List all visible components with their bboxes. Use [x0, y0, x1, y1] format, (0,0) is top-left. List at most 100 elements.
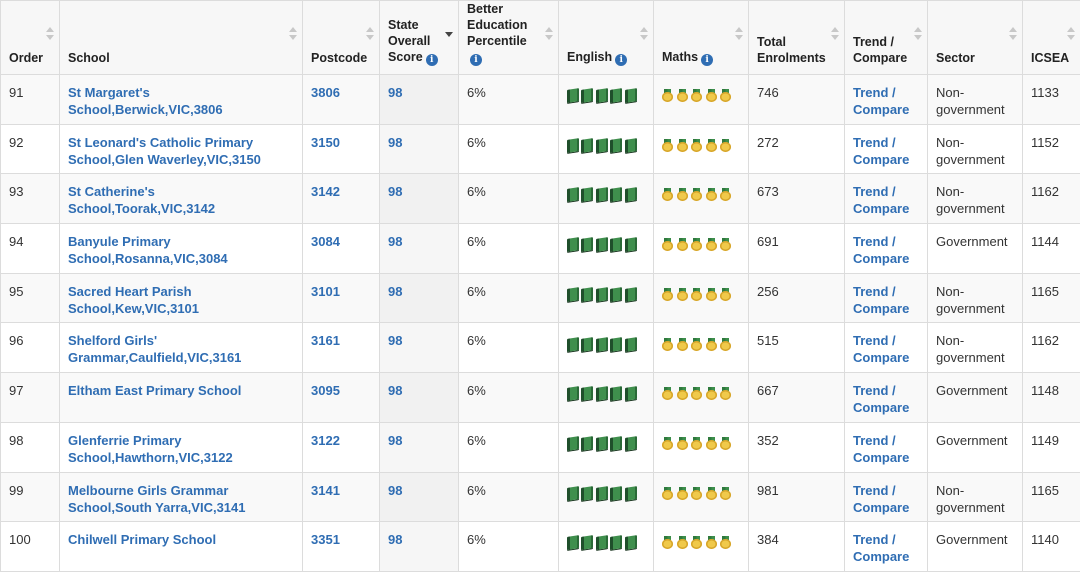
info-icon[interactable]: i — [701, 54, 713, 66]
school-link[interactable]: Melbourne Girls Grammar School,South Yar… — [68, 483, 246, 515]
book-icon — [596, 188, 608, 203]
english-cell — [559, 522, 654, 572]
school-cell: Eltham East Primary School — [60, 373, 303, 423]
sector-cell: Government — [928, 522, 1023, 572]
medal-icon — [691, 437, 702, 450]
postcode-link[interactable]: 3351 — [311, 532, 340, 547]
postcode-link[interactable]: 3142 — [311, 184, 340, 199]
school-link[interactable]: Banyule Primary School,Rosanna,VIC,3084 — [68, 234, 228, 266]
info-icon[interactable]: i — [615, 54, 627, 66]
english-rating — [567, 432, 645, 451]
postcode-link[interactable]: 3084 — [311, 234, 340, 249]
medal-icon — [691, 89, 702, 102]
trend-cell: Trend / Compare — [845, 224, 928, 274]
percentile-cell: 6% — [459, 422, 559, 472]
school-cell: Shelford Girls' Grammar,Caulfield,VIC,31… — [60, 323, 303, 373]
postcode-link[interactable]: 3141 — [311, 483, 340, 498]
book-icon — [581, 486, 593, 501]
medal-icon — [720, 387, 731, 400]
maths-cell — [654, 373, 749, 423]
english-rating — [567, 233, 645, 252]
header-percentile[interactable]: Better Education Percentilei — [459, 1, 559, 75]
score-link[interactable]: 98 — [388, 433, 402, 448]
medal-icon — [662, 437, 673, 450]
school-link[interactable]: Shelford Girls' Grammar,Caulfield,VIC,31… — [68, 333, 241, 365]
header-postcode[interactable]: Postcode — [303, 1, 380, 75]
trend-compare-link[interactable]: Trend / Compare — [853, 483, 909, 515]
maths-rating — [662, 134, 740, 153]
english-rating — [567, 134, 645, 153]
score-link[interactable]: 98 — [388, 284, 402, 299]
postcode-cell: 3150 — [303, 124, 380, 174]
score-cell: 98 — [380, 472, 459, 522]
score-link[interactable]: 98 — [388, 85, 402, 100]
trend-compare-link[interactable]: Trend / Compare — [853, 135, 909, 167]
school-cell: Banyule Primary School,Rosanna,VIC,3084 — [60, 224, 303, 274]
postcode-link[interactable]: 3122 — [311, 433, 340, 448]
header-school[interactable]: School — [60, 1, 303, 75]
header-total-enrolments[interactable]: Total Enrolments — [749, 1, 845, 75]
school-link[interactable]: Chilwell Primary School — [68, 532, 216, 547]
medal-icon — [677, 387, 688, 400]
sort-icon — [545, 27, 553, 41]
trend-compare-link[interactable]: Trend / Compare — [853, 532, 909, 564]
enrolments-cell: 384 — [749, 522, 845, 572]
english-rating — [567, 183, 645, 202]
postcode-link[interactable]: 3150 — [311, 135, 340, 150]
postcode-link[interactable]: 3161 — [311, 333, 340, 348]
school-link[interactable]: St Leonard's Catholic Primary School,Gle… — [68, 135, 261, 167]
postcode-link[interactable]: 3101 — [311, 284, 340, 299]
postcode-link[interactable]: 3095 — [311, 383, 340, 398]
info-icon[interactable]: i — [426, 54, 438, 66]
icsea-cell: 1165 — [1023, 273, 1080, 323]
trend-compare-link[interactable]: Trend / Compare — [853, 433, 909, 465]
order-cell: 94 — [1, 224, 60, 274]
medal-icon — [706, 89, 717, 102]
english-cell — [559, 373, 654, 423]
medal-icon — [720, 89, 731, 102]
medal-icon — [677, 288, 688, 301]
header-maths[interactable]: Mathsi — [654, 1, 749, 75]
school-link[interactable]: St Catherine's School,Toorak,VIC,3142 — [68, 184, 215, 216]
postcode-cell: 3161 — [303, 323, 380, 373]
sector-cell: Non-government — [928, 472, 1023, 522]
score-link[interactable]: 98 — [388, 383, 402, 398]
trend-compare-link[interactable]: Trend / Compare — [853, 184, 909, 216]
header-trend-compare[interactable]: Trend / Compare — [845, 1, 928, 75]
info-icon[interactable]: i — [470, 54, 482, 66]
medal-icon — [662, 487, 673, 500]
trend-compare-link[interactable]: Trend / Compare — [853, 383, 909, 415]
medal-icon — [706, 536, 717, 549]
score-link[interactable]: 98 — [388, 333, 402, 348]
school-link[interactable]: Glenferrie Primary School,Hawthorn,VIC,3… — [68, 433, 233, 465]
school-link[interactable]: Eltham East Primary School — [68, 383, 241, 398]
score-link[interactable]: 98 — [388, 234, 402, 249]
trend-compare-link[interactable]: Trend / Compare — [853, 333, 909, 365]
score-link[interactable]: 98 — [388, 483, 402, 498]
trend-cell: Trend / Compare — [845, 75, 928, 125]
trend-compare-link[interactable]: Trend / Compare — [853, 85, 909, 117]
score-link[interactable]: 98 — [388, 184, 402, 199]
medal-icon — [662, 89, 673, 102]
header-state-overall-score[interactable]: State Overall Scorei — [380, 1, 459, 75]
header-english[interactable]: Englishi — [559, 1, 654, 75]
score-link[interactable]: 98 — [388, 532, 402, 547]
postcode-link[interactable]: 3806 — [311, 85, 340, 100]
trend-compare-link[interactable]: Trend / Compare — [853, 234, 909, 266]
medal-icon — [720, 437, 731, 450]
book-icon — [596, 486, 608, 501]
trend-compare-link[interactable]: Trend / Compare — [853, 284, 909, 316]
icsea-cell: 1140 — [1023, 522, 1080, 572]
header-icsea[interactable]: ICSEA — [1023, 1, 1080, 75]
maths-rating — [662, 283, 740, 302]
header-order[interactable]: Order — [1, 1, 60, 75]
trend-cell: Trend / Compare — [845, 174, 928, 224]
header-sector[interactable]: Sector — [928, 1, 1023, 75]
school-link[interactable]: Sacred Heart Parish School,Kew,VIC,3101 — [68, 284, 199, 316]
school-link[interactable]: St Margaret's School,Berwick,VIC,3806 — [68, 85, 223, 117]
score-cell: 98 — [380, 323, 459, 373]
medal-icon — [691, 188, 702, 201]
maths-cell — [654, 124, 749, 174]
score-link[interactable]: 98 — [388, 135, 402, 150]
enrolments-cell: 256 — [749, 273, 845, 323]
